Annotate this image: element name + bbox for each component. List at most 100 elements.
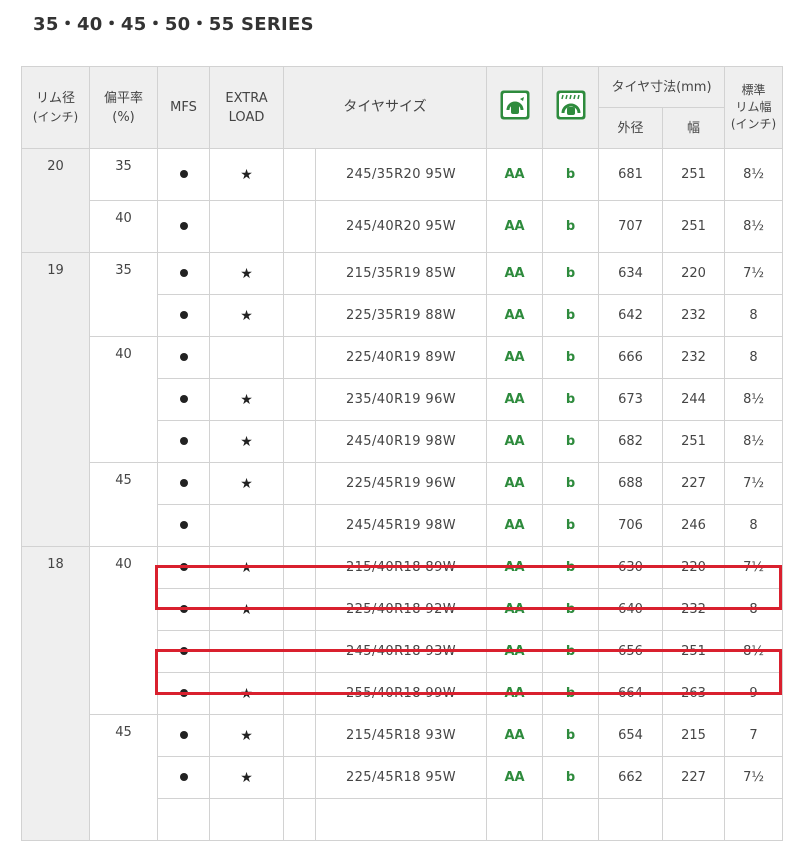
std-rim-width-cell: 9 xyxy=(724,672,783,715)
wet-grip-grade-cell: b xyxy=(542,588,599,631)
header-tire-dimensions: タイヤ寸法(mm) xyxy=(598,66,725,108)
tire-size-cell: 245/35R20 95W xyxy=(315,148,487,201)
table-row: 40 225/40R19 89W AA b 666 232 8 xyxy=(22,336,783,463)
mfs-dot-icon xyxy=(179,689,188,697)
tire-size-table: リム径(インチ) 偏平率(%) MFS EXTRALOAD タイヤサイズ xyxy=(21,66,783,841)
rolling-resistance-grade-cell: AA xyxy=(486,420,543,463)
mfs-dot-icon xyxy=(179,222,188,230)
rolling-resistance-grade-cell: AA xyxy=(486,336,543,379)
extra-load-cell: ★ xyxy=(209,462,284,505)
outer-diameter-cell: 688 xyxy=(598,462,663,505)
std-rim-width-cell: 7½ xyxy=(724,756,783,799)
rolling-resistance-label-icon xyxy=(500,90,530,120)
aspect-ratio-cell: 40 xyxy=(89,336,158,463)
header-aspect-ratio: 偏平率 (%) xyxy=(89,66,158,149)
rim-diameter-cell: 18 xyxy=(21,546,90,841)
tire-size-cell xyxy=(315,798,487,841)
extra-load-cell: ★ xyxy=(209,420,284,463)
extra-load-star-icon: ★ xyxy=(240,601,253,618)
table-row: 45 ★ 215/45R18 93W AA b 654 215 7 xyxy=(22,714,783,841)
rolling-resistance-grade-cell xyxy=(486,798,543,841)
table-row: 19 35 ★ 215/35R19 85W AA b 634 220 7½ xyxy=(21,252,783,547)
mfs-dot-icon xyxy=(179,479,188,487)
extra-load-cell: ★ xyxy=(209,546,284,589)
mfs-dot-icon xyxy=(179,395,188,403)
std-rim-width-cell: 7½ xyxy=(724,462,783,505)
wet-grip-grade-cell: b xyxy=(542,294,599,337)
width-cell: 215 xyxy=(662,714,725,757)
mfs-dot-icon xyxy=(179,731,188,739)
outer-diameter-cell: 656 xyxy=(598,630,663,673)
wet-grip-grade-cell: b xyxy=(542,630,599,673)
rolling-resistance-grade-cell: AA xyxy=(486,462,543,505)
outer-diameter-cell xyxy=(598,798,663,841)
std-rim-width-cell: 8½ xyxy=(724,378,783,421)
page-title: 35・40・45・50・55 SERIES xyxy=(33,14,314,35)
extra-load-cell xyxy=(209,336,284,379)
width-cell: 232 xyxy=(662,336,725,379)
extra-load-star-icon: ★ xyxy=(240,559,253,576)
rolling-resistance-grade-cell: AA xyxy=(486,588,543,631)
rolling-resistance-grade-cell: AA xyxy=(486,200,543,253)
table-row: 20 35 ★ 245/35R20 95W AA b 681 251 8½ xyxy=(21,148,783,253)
mfs-cell xyxy=(157,672,210,715)
wet-grip-grade-cell: b xyxy=(542,504,599,547)
mfs-dot-icon xyxy=(179,563,188,571)
wet-grip-grade-cell: b xyxy=(542,756,599,799)
wet-grip-grade-cell: b xyxy=(542,462,599,505)
tire-size-cell: 245/45R19 98W xyxy=(315,504,487,547)
header-extra-load: EXTRA LOAD xyxy=(209,66,284,149)
rim-diameter-cell: 19 xyxy=(21,252,90,547)
spacer-cell xyxy=(283,798,316,841)
width-cell: 232 xyxy=(662,588,725,631)
extra-load-cell: ★ xyxy=(209,252,284,295)
std-rim-width-cell: 8½ xyxy=(724,148,783,201)
header-mfs: MFS xyxy=(157,66,210,149)
mfs-cell xyxy=(157,588,210,631)
tire-size-cell: 235/40R19 96W xyxy=(315,378,487,421)
aspect-ratio-cell: 45 xyxy=(89,462,158,547)
outer-diameter-cell: 681 xyxy=(598,148,663,201)
extra-load-cell: ★ xyxy=(209,294,284,337)
rolling-resistance-grade-cell: AA xyxy=(486,504,543,547)
aspect-ratio-cell: 35 xyxy=(89,148,158,201)
std-rim-width-cell: 8½ xyxy=(724,420,783,463)
extra-load-cell xyxy=(209,200,284,253)
tire-size-cell: 245/40R20 95W xyxy=(315,200,487,253)
extra-load-cell: ★ xyxy=(209,672,284,715)
tire-size-cell: 215/40R18 89W xyxy=(315,546,487,589)
tire-size-cell: 225/40R19 89W xyxy=(315,336,487,379)
mfs-cell xyxy=(157,294,210,337)
extra-load-star-icon: ★ xyxy=(240,769,253,786)
std-rim-width-cell: 8 xyxy=(724,504,783,547)
tire-size-cell: 245/40R18 93W xyxy=(315,630,487,673)
spacer-cell xyxy=(283,714,316,757)
std-rim-width-cell: 8 xyxy=(724,294,783,337)
width-cell: 263 xyxy=(662,672,725,715)
mfs-cell xyxy=(157,200,210,253)
tire-size-cell: 215/45R18 93W xyxy=(315,714,487,757)
width-cell: 232 xyxy=(662,294,725,337)
spacer-cell xyxy=(283,378,316,421)
table-row: 40 245/40R20 95W AA b 707 251 8½ xyxy=(22,200,783,253)
mfs-dot-icon xyxy=(179,269,188,277)
outer-diameter-cell: 706 xyxy=(598,504,663,547)
header-tire-size: タイヤサイズ xyxy=(283,66,487,149)
extra-load-cell xyxy=(209,504,284,547)
spacer-cell xyxy=(283,630,316,673)
width-cell: 244 xyxy=(662,378,725,421)
rolling-resistance-grade-cell: AA xyxy=(486,756,543,799)
rolling-resistance-grade-cell: AA xyxy=(486,546,543,589)
header-rolling-resistance xyxy=(486,66,543,149)
extra-load-cell xyxy=(209,630,284,673)
outer-diameter-cell: 654 xyxy=(598,714,663,757)
mfs-cell xyxy=(157,798,210,841)
width-cell: 227 xyxy=(662,756,725,799)
outer-diameter-cell: 707 xyxy=(598,200,663,253)
wet-grip-label-icon xyxy=(556,90,586,120)
mfs-dot-icon xyxy=(179,773,188,781)
mfs-dot-icon xyxy=(179,311,188,319)
tire-size-cell: 215/35R19 85W xyxy=(315,252,487,295)
std-rim-width-cell: 8 xyxy=(724,588,783,631)
spacer-cell xyxy=(283,294,316,337)
